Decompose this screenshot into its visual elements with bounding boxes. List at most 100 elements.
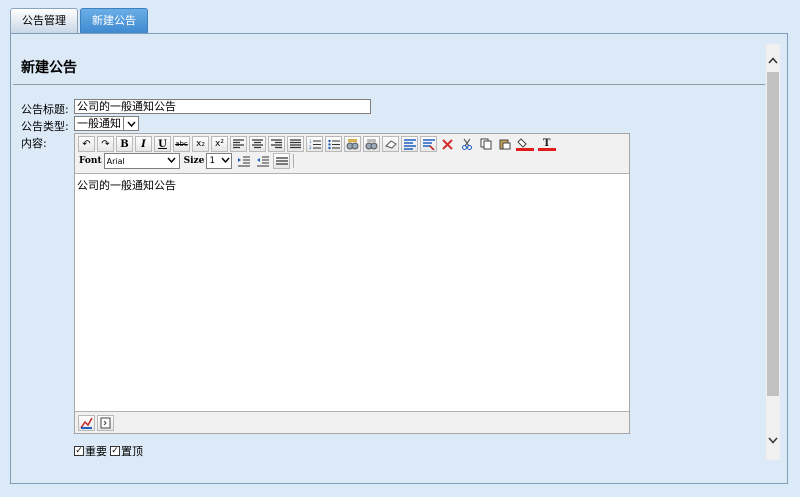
html-source-icon (100, 417, 111, 429)
subscript-icon: x₂ (196, 139, 205, 149)
chevron-down-icon[interactable] (123, 117, 138, 130)
tab-new-notice[interactable]: 新建公告 (80, 8, 148, 34)
design-mode-button[interactable] (78, 415, 95, 431)
underline-button[interactable]: U (154, 136, 171, 152)
size-label: Size (183, 156, 205, 166)
align-center-button[interactable] (249, 136, 266, 152)
italic-button[interactable]: I (135, 136, 152, 152)
superscript-icon: x² (215, 139, 224, 149)
outdent-icon (256, 155, 269, 167)
editor-content-area[interactable]: 公司的一般通知公告 (75, 173, 629, 412)
notice-options: ✓ 重要 ✓ 置顶 (74, 443, 143, 459)
remove-format-icon (422, 138, 435, 150)
align-right-button[interactable] (268, 136, 285, 152)
scissors-icon (461, 138, 472, 150)
content-frame: 新建公告 公告标题: 公司的一般通知公告 公告类型: 一般通知 内容: ↶ ↷ … (10, 33, 788, 484)
tab-bar: 公告管理 新建公告 (10, 8, 150, 34)
page-title: 新建公告 (21, 60, 77, 76)
subscript-button[interactable]: x₂ (192, 136, 209, 152)
horizontal-rule-button[interactable] (273, 153, 291, 169)
delete-button[interactable] (439, 136, 456, 152)
copy-icon (480, 138, 491, 150)
block-format-button[interactable] (401, 136, 418, 152)
eraser-icon (384, 140, 397, 149)
chevron-up-icon (768, 57, 778, 64)
align-justify-button[interactable] (287, 136, 304, 152)
important-label: 重要 (85, 445, 107, 458)
text-color-button[interactable]: T (537, 136, 557, 152)
copy-button[interactable] (477, 136, 494, 152)
chevron-down-icon[interactable] (219, 156, 231, 166)
font-size-select[interactable]: 1 (206, 153, 233, 169)
paint-bucket-icon (516, 138, 534, 151)
insert-link-button[interactable] (344, 136, 361, 152)
outdent-button[interactable] (254, 153, 271, 169)
close-icon (442, 138, 453, 150)
indent-button[interactable] (235, 153, 252, 169)
ordered-list-icon: 12 (309, 139, 321, 150)
title-label: 公告标题: (21, 103, 69, 116)
scrollbar-thumb[interactable] (767, 72, 779, 396)
svg-text:T: T (543, 138, 551, 149)
unlink-icon (365, 138, 378, 149)
svg-text:1: 1 (309, 139, 312, 144)
editor-toolbar-row-1: ↶ ↷ B I U abc x₂ x² 1 2 T (78, 136, 559, 152)
rich-text-editor: ↶ ↷ B I U abc x₂ x² 1 2 T Font Arial Siz… (74, 133, 630, 434)
background-color-button[interactable] (515, 136, 535, 152)
align-left-button[interactable] (230, 136, 247, 152)
align-right-icon (271, 139, 282, 149)
redo-button[interactable]: ↷ (97, 136, 114, 152)
chevron-down-icon[interactable] (165, 156, 179, 166)
notice-type-value: 一般通知 (77, 117, 121, 130)
undo-icon: ↶ (82, 138, 91, 150)
paste-button[interactable] (496, 136, 513, 152)
chevron-down-icon (768, 437, 778, 444)
align-center-icon (252, 139, 263, 149)
italic-icon: I (141, 138, 146, 150)
unlink-button[interactable] (363, 136, 380, 152)
scroll-down-button[interactable] (766, 432, 780, 449)
pin-checkbox[interactable]: ✓ (110, 446, 120, 456)
strikethrough-button[interactable]: abc (173, 136, 190, 152)
notice-type-select[interactable]: 一般通知 (74, 116, 139, 131)
underline-icon: U (158, 138, 167, 150)
pin-label: 置顶 (121, 445, 143, 458)
title-divider (13, 84, 765, 85)
font-label: Font (79, 156, 102, 166)
horizontal-rule-icon (275, 157, 288, 165)
important-checkbox[interactable]: ✓ (74, 446, 84, 456)
content-label: 内容: (21, 137, 47, 150)
unordered-list-icon (327, 139, 340, 149)
editor-mode-bar (78, 415, 116, 431)
form-panel: 新建公告 公告标题: 公司的一般通知公告 公告类型: 一般通知 内容: ↶ ↷ … (13, 44, 765, 460)
redo-icon: ↷ (101, 138, 110, 150)
bold-icon: B (120, 138, 129, 150)
superscript-button[interactable]: x² (211, 136, 228, 152)
clear-format-button[interactable] (420, 136, 437, 152)
text-color-icon: T (538, 138, 556, 151)
unordered-list-button[interactable] (325, 136, 342, 152)
notice-title-input[interactable]: 公司的一般通知公告 (74, 99, 371, 114)
indent-icon (237, 155, 250, 167)
tab-notice-management[interactable]: 公告管理 (10, 8, 78, 33)
design-mode-icon (80, 417, 93, 429)
svg-text:2: 2 (309, 145, 312, 150)
cut-button[interactable] (458, 136, 475, 152)
strikethrough-icon: abc (175, 140, 188, 148)
eraser-button[interactable] (382, 136, 399, 152)
toolbar-separator (293, 154, 295, 168)
editor-toolbar-row-2: Font Arial Size 1 (78, 153, 297, 169)
paste-icon (499, 139, 510, 150)
font-family-select[interactable]: Arial (103, 153, 180, 169)
align-justify-icon (290, 139, 301, 149)
font-size-value: 1 (209, 156, 216, 166)
bold-button[interactable]: B (116, 136, 133, 152)
vertical-scrollbar[interactable] (766, 44, 780, 460)
ordered-list-button[interactable]: 12 (306, 136, 323, 152)
undo-button[interactable]: ↶ (78, 136, 95, 152)
link-icon (346, 138, 359, 149)
font-family-value: Arial (106, 156, 125, 166)
html-mode-button[interactable] (97, 415, 114, 431)
scroll-up-button[interactable] (766, 52, 780, 69)
align-left-icon (233, 139, 244, 149)
